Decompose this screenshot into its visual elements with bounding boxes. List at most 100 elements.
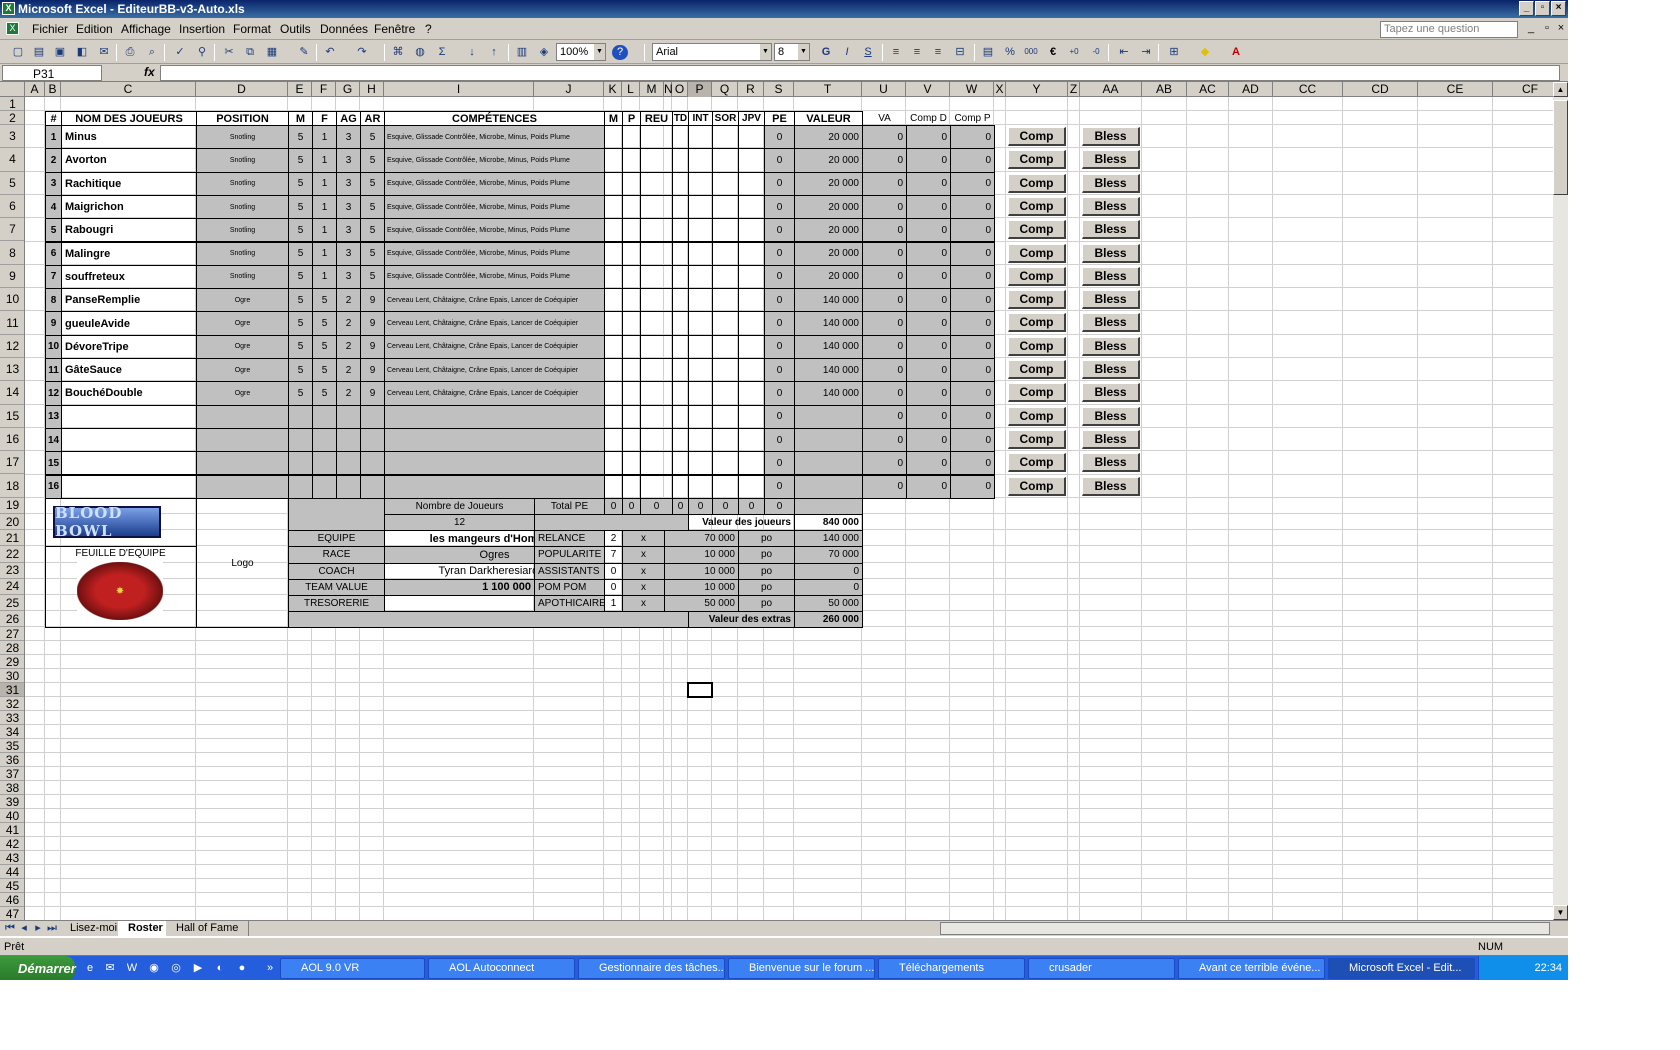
merge-icon[interactable]: ⊟ (952, 45, 968, 60)
comp-button[interactable]: Comp (1008, 383, 1066, 403)
column-header-w[interactable]: W (950, 82, 994, 97)
column-header-p[interactable]: P (688, 82, 712, 97)
align-left-icon[interactable]: ≡ (888, 45, 904, 60)
comp-button[interactable]: Comp (1008, 127, 1066, 146)
row-header-41[interactable]: 41 (0, 823, 24, 838)
bless-button[interactable]: Bless (1082, 360, 1140, 379)
column-header-i[interactable]: I (384, 82, 534, 97)
bless-button[interactable]: Bless (1082, 127, 1140, 146)
doc-restore-button[interactable]: ▫ (1540, 22, 1554, 36)
column-header-aa[interactable]: AA (1080, 82, 1142, 97)
firefox-icon[interactable]: ◉ (146, 961, 162, 976)
row-header-6[interactable]: 6 (0, 195, 24, 219)
menu-donnees[interactable]: Données (320, 22, 368, 36)
comp-button[interactable]: Comp (1008, 290, 1066, 310)
drawing-icon[interactable]: ◈ (536, 45, 552, 60)
new-icon[interactable]: ▢ (10, 45, 26, 60)
row-header-23[interactable]: 23 (0, 563, 24, 579)
task-task-manager[interactable]: Gestionnaire des tâches... (578, 958, 725, 979)
thousands-icon[interactable]: 000 (1023, 45, 1039, 60)
column-header-k[interactable]: K (604, 82, 622, 97)
comp-button[interactable]: Comp (1008, 196, 1066, 216)
column-header-q[interactable]: Q (712, 82, 738, 97)
comp-button[interactable]: Comp (1008, 429, 1066, 449)
bless-button[interactable]: Bless (1082, 406, 1140, 426)
row-header-44[interactable]: 44 (0, 865, 24, 880)
euro-icon[interactable]: € (1045, 45, 1061, 60)
column-header-g[interactable]: G (336, 82, 360, 97)
row-header-5[interactable]: 5 (0, 172, 24, 195)
format-painter-icon[interactable]: ✎ (296, 45, 312, 60)
bless-button[interactable]: Bless (1082, 243, 1140, 263)
start-button[interactable]: Démarrer (0, 956, 76, 980)
scroll-up-icon[interactable]: ▲ (1553, 82, 1568, 97)
borders-icon[interactable]: ⊞ (1166, 45, 1182, 60)
bless-button[interactable]: Bless (1082, 220, 1140, 240)
column-header-l[interactable]: L (622, 82, 640, 97)
row-header-27[interactable]: 27 (0, 627, 24, 642)
undo-icon[interactable]: ↶ (322, 45, 338, 60)
column-header-n[interactable]: N (664, 82, 673, 97)
comp-button[interactable]: Comp (1008, 313, 1066, 333)
font-size-select[interactable]: 8 ▼ (774, 43, 810, 61)
task-excel[interactable]: Microsoft Excel - Edit... (1328, 958, 1475, 979)
comp-button[interactable]: Comp (1008, 406, 1066, 426)
italic-icon[interactable]: I (839, 45, 855, 60)
hyperlink-icon[interactable]: ⌘ (390, 45, 406, 60)
row-header-29[interactable]: 29 (0, 655, 24, 670)
column-header-ce[interactable]: CE (1418, 82, 1493, 97)
email-icon[interactable]: ✉ (96, 45, 112, 60)
row-header-37[interactable]: 37 (0, 767, 24, 782)
column-header-cc[interactable]: CC (1273, 82, 1343, 97)
dec-decimal-icon[interactable]: -0 (1088, 45, 1104, 60)
help-icon[interactable]: ? (612, 45, 628, 60)
task-downloads[interactable]: Téléchargements (878, 958, 1025, 979)
player-icon[interactable]: ◐ (212, 961, 228, 976)
row-header-18[interactable]: 18 (0, 475, 24, 498)
row-header-36[interactable]: 36 (0, 753, 24, 768)
column-header-r[interactable]: R (738, 82, 764, 97)
row-header-39[interactable]: 39 (0, 795, 24, 810)
more-icon[interactable]: » (262, 961, 278, 976)
column-header-ac[interactable]: AC (1187, 82, 1229, 97)
tab-hall-of-fame[interactable]: Hall of Fame (166, 921, 250, 936)
row-header-8[interactable]: 8 (0, 242, 24, 265)
row-header-40[interactable]: 40 (0, 809, 24, 824)
row-header-47[interactable]: 47 (0, 907, 24, 920)
row-header-12[interactable]: 12 (0, 335, 24, 358)
row-header-45[interactable]: 45 (0, 879, 24, 894)
row-header-10[interactable]: 10 (0, 288, 24, 312)
bless-button[interactable]: Bless (1082, 173, 1140, 193)
row-header-28[interactable]: 28 (0, 641, 24, 656)
row-header-3[interactable]: 3 (0, 125, 24, 149)
column-header-cd[interactable]: CD (1343, 82, 1418, 97)
align-right-icon[interactable]: ≡ (930, 45, 946, 60)
task-crusader[interactable]: crusader (1028, 958, 1175, 979)
doc-minimize-button[interactable]: _ (1524, 22, 1538, 36)
paste-icon[interactable]: ▦ (264, 45, 280, 60)
row-header-1[interactable]: 1 (0, 97, 24, 111)
currency-icon[interactable]: ▤ (980, 45, 996, 60)
autosum-icon[interactable]: ◍ (412, 45, 428, 60)
menu-outils[interactable]: Outils (280, 22, 311, 36)
save-icon[interactable]: ▣ (52, 45, 68, 60)
column-header-z[interactable]: Z (1068, 82, 1080, 97)
bless-button[interactable]: Bless (1082, 196, 1140, 216)
comp-button[interactable]: Comp (1008, 220, 1066, 240)
underline-icon[interactable]: S (860, 45, 876, 60)
column-header-u[interactable]: U (862, 82, 906, 97)
outlook-icon[interactable]: ✉ (102, 961, 118, 976)
column-header-e[interactable]: E (288, 82, 312, 97)
column-header-y[interactable]: Y (1006, 82, 1068, 97)
menu-affichage[interactable]: Affichage (121, 22, 171, 36)
row-header-35[interactable]: 35 (0, 739, 24, 754)
minimize-button[interactable]: _ (1519, 1, 1534, 16)
column-header-m[interactable]: M (640, 82, 664, 97)
row-header-15[interactable]: 15 (0, 405, 24, 428)
row-header-24[interactable]: 24 (0, 579, 24, 595)
row-header-43[interactable]: 43 (0, 851, 24, 866)
column-header-v[interactable]: V (906, 82, 950, 97)
increase-indent-icon[interactable]: ⇥ (1138, 45, 1154, 60)
column-header-c[interactable]: C (61, 82, 196, 97)
row-header-20[interactable]: 20 (0, 514, 24, 531)
